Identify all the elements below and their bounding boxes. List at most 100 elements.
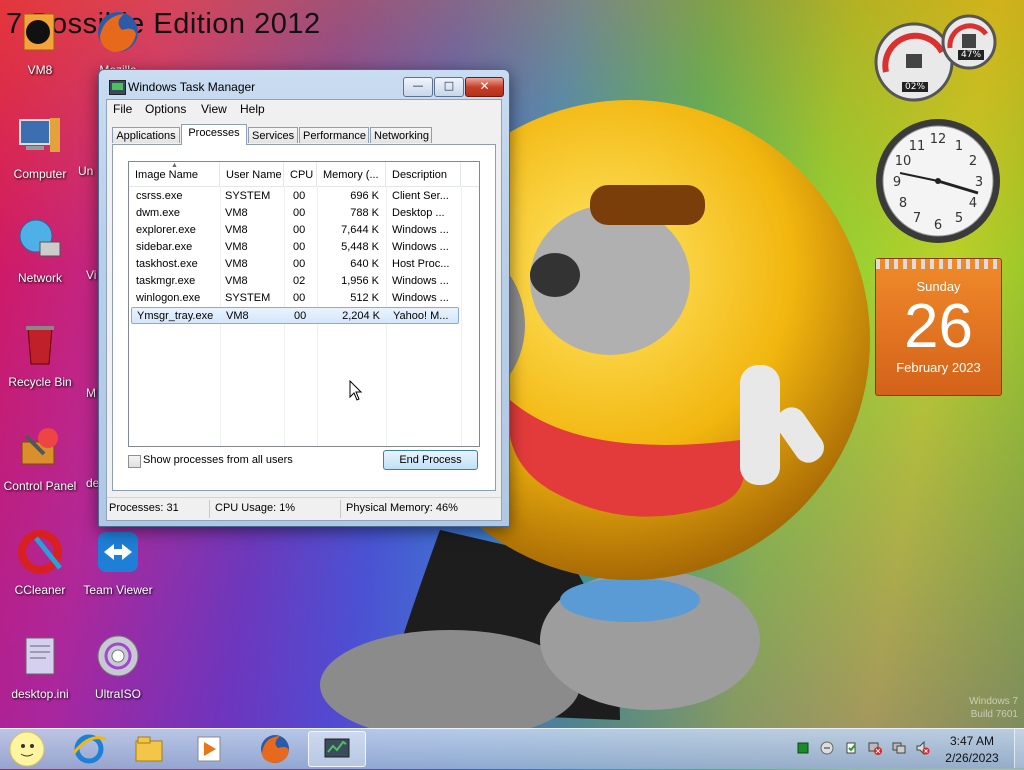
maximize-button[interactable]: □	[434, 77, 464, 97]
menu-view[interactable]: View	[201, 102, 227, 116]
cell-description: Desktop ...	[392, 207, 445, 219]
clock-numeral: 10	[895, 154, 912, 169]
menu-help[interactable]: Help	[240, 102, 265, 116]
taskbar-task-manager[interactable]	[308, 731, 366, 767]
table-row-selected[interactable]: Ymsgr_tray.exe VM8 00 2,204 K Yahoo! M..…	[131, 307, 459, 324]
clock-time: 3:47 AM	[949, 734, 995, 748]
desktop-icon-vm8[interactable]: VM8	[0, 8, 80, 77]
recycle-bin-icon	[26, 326, 54, 365]
task-manager-window[interactable]: Windows Task Manager — □ ✕ File Options …	[98, 69, 510, 527]
calendar-month-year: February 2023	[896, 360, 981, 375]
desktop-icon-recycle-bin[interactable]: Recycle Bin	[0, 320, 80, 389]
watermark-line: Build 7601	[970, 709, 1018, 720]
column-header-memory[interactable]: Memory (...	[317, 162, 386, 186]
windows-build-watermark: Windows 7 Build 7601	[969, 695, 1018, 721]
table-row[interactable]: taskhost.exe VM8 00 640 K Host Proc...	[129, 256, 479, 273]
title-bar[interactable]: Windows Task Manager — □ ✕	[99, 70, 509, 100]
clock-numeral: 6	[934, 218, 942, 233]
column-header-image-name[interactable]: Image Name ▲	[129, 162, 220, 186]
firefox-icon	[98, 12, 138, 52]
table-row[interactable]: dwm.exe VM8 00 788 K Desktop ...	[129, 205, 479, 222]
close-button[interactable]: ✕	[465, 77, 504, 97]
table-row[interactable]: taskmgr.exe VM8 02 1,956 K Windows ...	[129, 273, 479, 290]
cpu-meter-gadget[interactable]: 02% 47%	[872, 8, 1000, 106]
desktop-icon-team-viewer[interactable]: Team Viewer	[78, 528, 158, 597]
taskbar-internet-explorer[interactable]	[62, 731, 116, 767]
desktop-icon-ccleaner[interactable]: CCleaner	[0, 528, 80, 597]
network-disconnected-icon[interactable]	[868, 741, 882, 755]
menu-file[interactable]: File	[113, 102, 132, 116]
desktop-icon-control-panel[interactable]: Control Panel	[0, 424, 80, 493]
cell-user-name: VM8	[225, 241, 248, 253]
minimize-button[interactable]: —	[403, 77, 433, 97]
cell-cpu: 00	[294, 310, 307, 322]
show-desktop-button[interactable]	[1014, 729, 1024, 768]
tab-processes[interactable]: Processes	[181, 124, 247, 145]
cell-description: Client Ser...	[392, 190, 449, 202]
cell-image-name: Ymsgr_tray.exe	[137, 310, 214, 322]
cell-image-name: dwm.exe	[136, 207, 181, 219]
cell-image-name: explorer.exe	[136, 224, 196, 236]
desktop-icon-label: Team Viewer	[83, 583, 153, 597]
network-icon[interactable]	[892, 741, 906, 755]
menu-options[interactable]: Options	[145, 102, 186, 116]
volume-muted-icon[interactable]	[916, 741, 930, 755]
clock-numeral: 8	[899, 196, 907, 211]
taskbar-clock[interactable]: 3:47 AM 2/26/2023	[932, 733, 1012, 767]
window-title: Windows Task Manager	[128, 80, 256, 94]
network-activity-icon[interactable]	[820, 741, 834, 755]
action-center-icon[interactable]	[844, 741, 858, 755]
column-header-description[interactable]: Description	[386, 162, 461, 186]
desktop-icon-label: CCleaner	[14, 583, 66, 597]
computer-icon	[19, 118, 60, 152]
end-process-button[interactable]: End Process	[383, 450, 478, 470]
column-header-cpu[interactable]: CPU	[284, 162, 317, 186]
tab-networking[interactable]: Networking	[370, 127, 432, 143]
table-row[interactable]: csrss.exe SYSTEM 00 696 K Client Ser...	[129, 188, 479, 205]
table-row[interactable]: sidebar.exe VM8 00 5,448 K Windows ...	[129, 239, 479, 256]
taskbar-firefox[interactable]	[248, 731, 302, 767]
table-row[interactable]: winlogon.exe SYSTEM 00 512 K Windows ...	[129, 290, 479, 307]
cell-image-name: taskmgr.exe	[136, 275, 196, 287]
processes-panel: Image Name ▲ User Name CPU Memory (... D…	[112, 144, 496, 491]
desktop-icon-network[interactable]: Network	[0, 216, 80, 285]
show-all-users-checkbox[interactable]	[128, 455, 141, 468]
process-list[interactable]: Image Name ▲ User Name CPU Memory (... D…	[128, 161, 480, 447]
cell-user-name: SYSTEM	[225, 190, 271, 202]
minimize-icon: —	[412, 79, 424, 92]
desktop-icon-mozilla[interactable]: Mozilla	[78, 8, 158, 77]
mouse-cursor-icon	[349, 380, 363, 401]
calendar-rings	[876, 259, 1001, 269]
tab-performance[interactable]: Performance	[299, 127, 369, 143]
status-divider	[209, 500, 210, 518]
taskbar-media-player[interactable]	[182, 731, 236, 767]
column-header-filler	[461, 162, 479, 186]
teamviewer-icon	[98, 532, 138, 572]
cell-description: Windows ...	[392, 292, 449, 304]
tab-services[interactable]: Services	[248, 127, 298, 143]
clock-numeral: 3	[975, 175, 983, 190]
control-panel-icon	[21, 428, 58, 465]
cell-description: Host Proc...	[392, 258, 450, 270]
menu-bar: File Options View Help	[107, 100, 501, 119]
column-header-user-name[interactable]: User Name	[220, 162, 284, 186]
watermark-line: Windows 7	[969, 696, 1018, 707]
start-button[interactable]	[2, 731, 52, 767]
internet-explorer-icon	[72, 734, 107, 764]
desktop-icon-computer[interactable]: Computer	[0, 112, 80, 181]
clock-numeral: 4	[969, 196, 977, 211]
cell-memory: 5,448 K	[341, 241, 379, 253]
desktop-icon-desktop-ini[interactable]: desktop.ini	[0, 632, 80, 701]
table-row[interactable]: explorer.exe VM8 00 7,644 K Windows ...	[129, 222, 479, 239]
vm-status-icon[interactable]	[796, 741, 810, 755]
ccleaner-icon	[18, 530, 62, 574]
clock-numeral: 9	[893, 175, 901, 190]
tab-applications[interactable]: Applications	[112, 127, 180, 143]
clock-gadget[interactable]: 12 1 2 3 4 5 6 7 8 9 10 11	[874, 117, 1002, 245]
start-orb-icon	[9, 731, 45, 767]
calendar-gadget[interactable]: Sunday 26 February 2023	[875, 258, 1002, 396]
desktop-icon-ultraiso[interactable]: UltraISO	[78, 632, 158, 701]
desktop-icon-label: Control Panel	[3, 479, 77, 493]
cell-user-name: VM8	[225, 207, 248, 219]
taskbar-windows-explorer[interactable]	[122, 731, 176, 767]
